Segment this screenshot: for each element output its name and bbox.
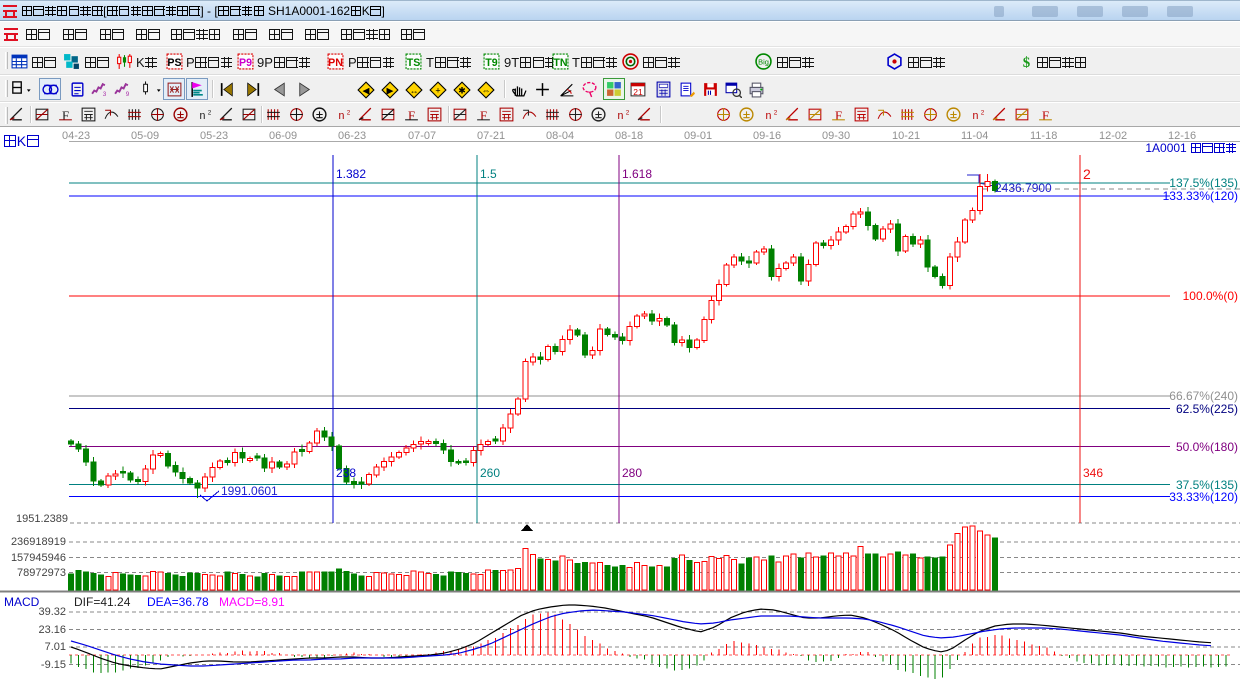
svg-text:n: n (199, 110, 205, 122)
svg-text:▶: ▶ (387, 85, 394, 95)
svg-text:21: 21 (633, 87, 643, 97)
svg-text:Big: Big (758, 58, 769, 67)
svg-text:+: + (435, 85, 440, 95)
svg-text:T9: T9 (485, 57, 497, 69)
svg-text:n: n (972, 110, 978, 122)
svg-text:n: n (765, 110, 771, 122)
svg-text:⇔: ⇔ (482, 85, 491, 95)
svg-text:F: F (480, 109, 487, 123)
svg-text:9: 9 (126, 91, 130, 98)
svg-text:↔: ↔ (410, 85, 419, 95)
svg-text:✱: ✱ (458, 85, 466, 95)
svg-text:F: F (1042, 109, 1049, 123)
svg-text:PN: PN (328, 57, 343, 69)
svg-text:n: n (617, 110, 623, 122)
svg-text:F: F (835, 109, 842, 123)
svg-text:PS: PS (167, 57, 181, 69)
svg-text:2: 2 (981, 110, 985, 117)
svg-text:2: 2 (208, 110, 212, 117)
svg-text:F: F (408, 109, 415, 123)
svg-text:F: F (62, 109, 69, 123)
svg-text:TN: TN (553, 57, 567, 69)
svg-text:TS: TS (407, 57, 421, 69)
svg-text:◀: ◀ (363, 85, 370, 95)
svg-text:$: $ (1023, 55, 1031, 70)
svg-text:2: 2 (626, 110, 630, 117)
svg-text:P9: P9 (239, 57, 252, 69)
svg-text:2: 2 (774, 110, 778, 117)
svg-text:n: n (338, 110, 344, 122)
svg-text:3: 3 (103, 91, 107, 98)
svg-text:2: 2 (347, 110, 351, 117)
